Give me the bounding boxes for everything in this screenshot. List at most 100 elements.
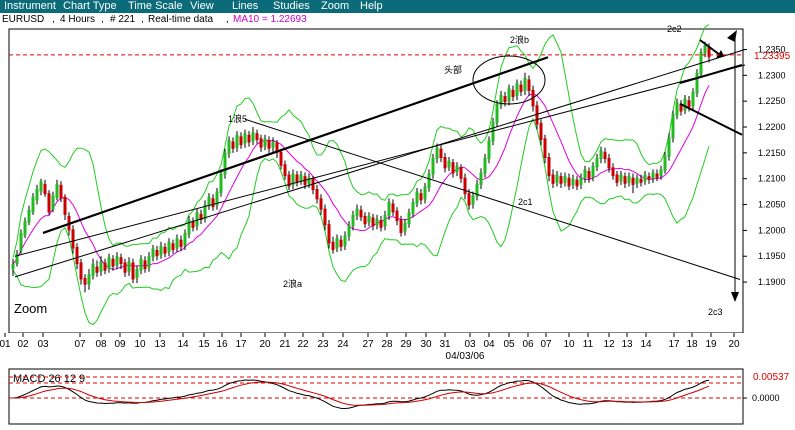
candle-body <box>83 277 87 285</box>
candle-body <box>523 77 527 91</box>
x-tick-label: 07 <box>74 339 86 350</box>
candle-body <box>79 262 83 280</box>
y-tick-label: 1.2000 <box>758 225 786 235</box>
candle-body <box>675 102 679 116</box>
candle-body <box>139 258 143 271</box>
candle-body <box>71 229 75 249</box>
candle-body <box>279 151 283 166</box>
y-tick-label: 1.2300 <box>758 70 786 80</box>
candle-body <box>179 239 183 247</box>
candle-body <box>563 176 567 183</box>
chart-annotation: 2浪a <box>283 278 302 289</box>
candle-body <box>543 138 547 159</box>
x-tick-label: 10 <box>134 339 146 350</box>
x-tick-label: 11 <box>583 339 594 350</box>
candle-body <box>87 274 91 285</box>
candle-body <box>455 165 459 173</box>
candle-body <box>175 238 179 249</box>
candle-body <box>351 214 355 227</box>
candle-body <box>163 246 167 254</box>
candle-body <box>483 158 487 174</box>
candle-body <box>587 170 591 179</box>
candle-body <box>447 160 451 168</box>
candle-body <box>559 176 563 184</box>
candle-body <box>555 174 559 183</box>
candle-body <box>611 167 615 177</box>
zoom-label[interactable]: Zoom <box>14 301 47 316</box>
chart-annotation: 1浪5 <box>228 113 247 124</box>
candle-body <box>207 196 211 206</box>
x-tick-label: 08 <box>95 339 107 350</box>
candle-body <box>695 72 699 94</box>
candle-body <box>51 195 55 210</box>
macd-value-label: 0.00537 <box>753 372 790 383</box>
y-tick-label: 1.2200 <box>758 122 786 132</box>
chart-annotation: 头部 <box>444 64 462 75</box>
candle-body <box>359 209 363 218</box>
candle-body <box>239 136 243 146</box>
candle-body <box>235 134 239 148</box>
candle-body <box>395 210 399 222</box>
date-label: 04/03/06 <box>446 351 485 362</box>
candle-body <box>519 84 523 92</box>
price-chart: 1浪5头部2浪b2c12浪a2c22c3 1.23501.23001.22501… <box>0 24 795 425</box>
candle-body <box>95 266 99 273</box>
x-tick-label: 13 <box>621 339 633 350</box>
candle-body <box>639 178 643 183</box>
x-tick-label: 31 <box>439 339 451 350</box>
candle-body <box>667 137 671 157</box>
candle-body <box>331 241 335 251</box>
candle-body <box>271 141 275 148</box>
candle-body <box>595 158 599 168</box>
candle-body <box>299 174 303 182</box>
x-tick-label: 18 <box>686 339 698 350</box>
candle-body <box>91 263 95 276</box>
candle-body <box>547 156 551 177</box>
chart-annotation: 2c2 <box>667 24 682 34</box>
candle-body <box>619 174 623 182</box>
candle-body <box>451 162 455 174</box>
candle-body <box>379 220 383 228</box>
candle-body <box>219 173 223 194</box>
x-tick-label: 24 <box>337 339 349 350</box>
candle-body <box>591 165 595 178</box>
candle-body <box>259 138 263 148</box>
x-tick-label: 10 <box>563 339 575 350</box>
candle-body <box>43 183 47 195</box>
candle-body <box>631 177 635 185</box>
candle-body <box>155 250 159 257</box>
candle-body <box>211 198 215 208</box>
x-tick-label: 17 <box>235 339 247 350</box>
candle-body <box>459 167 463 179</box>
candle-body <box>75 246 79 264</box>
candle-body <box>567 177 571 187</box>
candle-body <box>111 258 115 267</box>
candle-body <box>343 235 347 246</box>
candle-body <box>539 122 543 140</box>
candle-body <box>107 257 111 270</box>
candle-body <box>47 193 51 213</box>
y-tick-label: 1.1900 <box>758 277 786 287</box>
candle-body <box>23 221 27 236</box>
candle-body <box>403 222 407 232</box>
candle-body <box>467 193 471 206</box>
macd-zero-label: 0.0000 <box>752 393 780 403</box>
x-tick-label: 02 <box>17 339 29 350</box>
x-tick-label: 04 <box>483 339 495 350</box>
candle-body <box>471 195 475 205</box>
candle-body <box>651 172 655 179</box>
candle-body <box>131 262 135 280</box>
chart-annotation: 2浪b <box>510 34 529 45</box>
candle-body <box>435 147 439 160</box>
candle-body <box>407 212 411 225</box>
candle-body <box>643 174 647 182</box>
candle-body <box>419 193 423 201</box>
candle-body <box>527 79 531 91</box>
y-tick-label: 1.2250 <box>758 96 786 106</box>
x-tick-label: 15 <box>198 339 210 350</box>
x-tick-label: 06 <box>522 339 534 350</box>
x-tick-label: 21 <box>279 339 291 350</box>
candle-body <box>195 212 199 227</box>
candle-body <box>355 208 359 216</box>
candle-body <box>39 181 43 192</box>
